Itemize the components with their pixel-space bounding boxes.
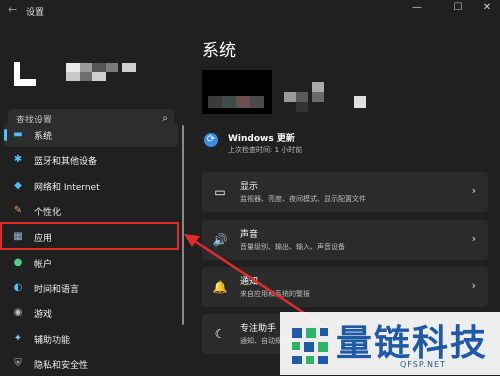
watermark-domain: QFSP.NET xyxy=(400,360,446,369)
watermark-qr-icon xyxy=(292,328,328,364)
watermark-logo: 量链科技 QFSP.NET xyxy=(280,312,500,375)
watermark-text: 量链科技 xyxy=(336,323,489,364)
